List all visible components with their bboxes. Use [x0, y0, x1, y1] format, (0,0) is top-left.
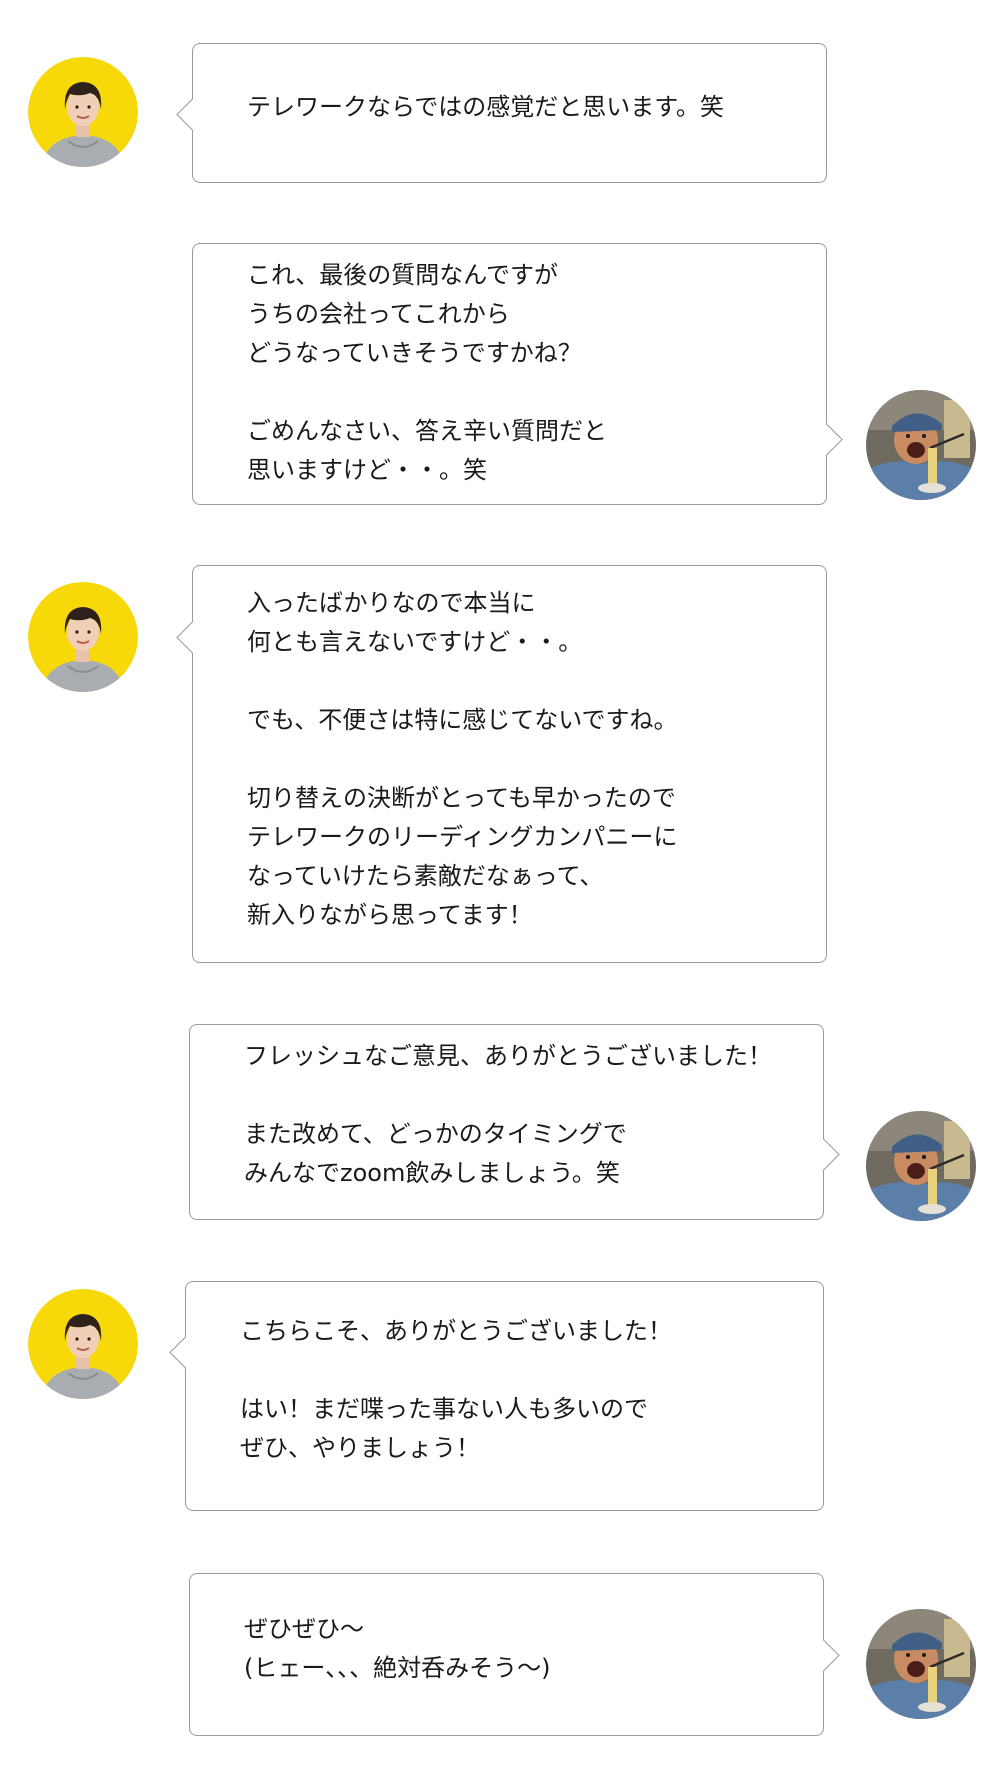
woman-avatar: [28, 1289, 138, 1399]
message-text: テレワークならではの感覚だと思います。笑: [247, 93, 724, 121]
message-text: フレッシュなご意見、ありがとうございました！ また改めて、どっかのタイミングで …: [244, 1042, 772, 1187]
bubble-tail: [807, 1138, 840, 1171]
message-bubble-4: フレッシュなご意見、ありがとうございました！ また改めて、どっかのタイミングで …: [189, 1024, 840, 1220]
bubble-tail: [807, 1639, 840, 1672]
woman-avatar: [28, 57, 138, 167]
message-bubble-6: ぜひぜひ〜 (ヒェー、、、絶対呑みそう〜): [189, 1573, 840, 1736]
message-bubble-1: テレワークならではの感覚だと思います。笑: [176, 43, 827, 183]
man-avatar: [866, 1609, 976, 1719]
man-avatar: [866, 1111, 976, 1221]
message-bubble-2: これ、最後の質問なんですが うちの会社ってこれから どうなっていきそうですかね？…: [192, 243, 843, 505]
bubble-tail: [176, 98, 209, 131]
message-bubble-5: こちらこそ、ありがとうございました！ はい！まだ喋った事ない人も多いので ぜひ、…: [169, 1281, 824, 1511]
message-text: こちらこそ、ありがとうございました！ はい！まだ喋った事ない人も多いので ぜひ、…: [240, 1317, 672, 1462]
man-avatar: [866, 390, 976, 500]
bubble-tail: [810, 423, 843, 456]
message-text: 入ったばかりなので本当に 何とも言えないですけど・・。 でも、不便さは特に感じて…: [247, 589, 678, 929]
message-bubble-3: 入ったばかりなので本当に 何とも言えないですけど・・。 でも、不便さは特に感じて…: [176, 565, 827, 963]
message-text: ぜひぜひ〜 (ヒェー、、、絶対呑みそう〜): [244, 1615, 551, 1682]
woman-avatar: [28, 582, 138, 692]
message-text: これ、最後の質問なんですが うちの会社ってこれから どうなっていきそうですかね？…: [247, 261, 607, 484]
bubble-tail: [169, 1336, 202, 1369]
bubble-tail: [176, 621, 209, 654]
